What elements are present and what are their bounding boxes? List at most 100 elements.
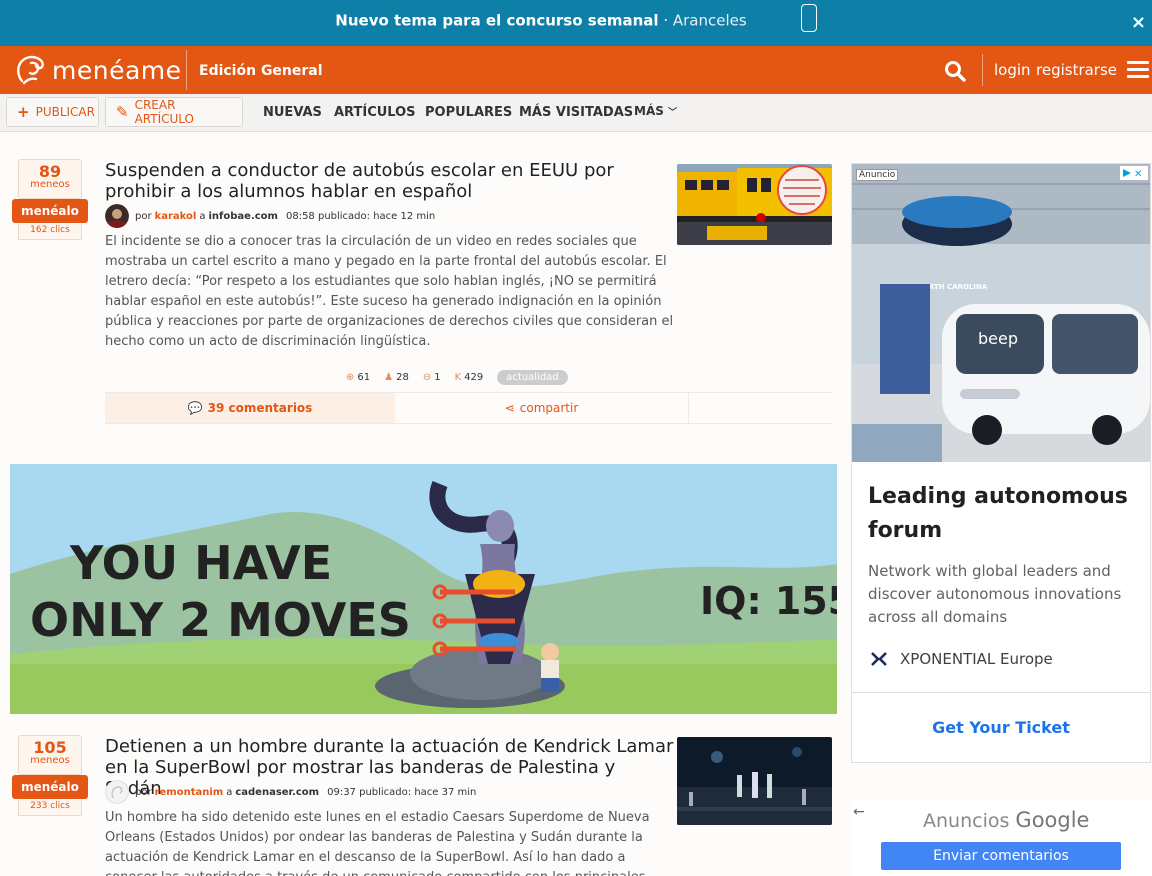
adchoices-icon[interactable]: ✕ — [1120, 166, 1148, 180]
story-2-vote-label: meneos — [30, 755, 70, 766]
story-1-clicks: 162 clics — [18, 223, 82, 240]
publish-label: PUBLICAR — [35, 105, 95, 119]
xponential-logo-icon — [871, 652, 887, 666]
story-1-positive-votes: ⊕ 61 — [346, 372, 370, 383]
story-1-menealo-button[interactable]: menéalo — [12, 199, 88, 223]
close-banner-button[interactable]: × — [1131, 12, 1146, 33]
meneame-logo-icon — [17, 55, 44, 85]
story-1-stats: ⊕ 61 ♟ 28 ⊖ 1 K 429 actualidad — [346, 370, 568, 385]
publish-button[interactable]: + PUBLICAR — [6, 97, 99, 127]
create-article-label: CREAR ARTÍCULO — [134, 98, 194, 126]
site-header: menéame Edición General login registrars… — [0, 46, 1152, 94]
story-1-vote-count: 89 — [38, 162, 62, 181]
site-logo[interactable]: menéame — [14, 53, 182, 87]
story-1-user-votes: ♟ 28 — [384, 372, 409, 383]
contest-banner[interactable]: Nuevo tema para el concurso semanal · Ar… — [0, 0, 1152, 46]
story-2-at: a — [226, 786, 233, 798]
story-1-vote-label: meneos — [30, 179, 70, 190]
story-1-title[interactable]: Suspenden a conductor de autobús escolar… — [105, 160, 670, 202]
register-link[interactable]: registrarse — [1036, 61, 1117, 79]
story-1-comments-label: 39 comentarios — [207, 401, 313, 415]
mobile-icon — [800, 4, 817, 32]
nav-articulos[interactable]: ARTÍCULOS — [334, 105, 416, 120]
contest-separator: · — [658, 11, 673, 30]
sidebar-ad-divider — [852, 692, 1150, 693]
story-1-tag[interactable]: actualidad — [497, 370, 568, 385]
sidebar-ad[interactable]: NORTH CAROLINA beep Anuncio ✕ Leading au… — [851, 163, 1151, 763]
nav-mas-visitadas[interactable]: MÁS VISITADAS — [519, 105, 633, 120]
story-1-actions: 💬 39 comentarios ⋖ compartir — [105, 392, 833, 424]
down-vote-icon: ⊖ — [422, 372, 432, 383]
search-icon[interactable] — [944, 60, 966, 82]
ad-badge: Anuncio — [856, 169, 899, 181]
contest-message[interactable]: Nuevo tema para el concurso semanal · Ar… — [0, 4, 1152, 32]
story-2-thumbnail[interactable] — [677, 737, 832, 825]
sidebar-ad-brand[interactable]: XPONENTIAL Europe — [868, 650, 1053, 668]
pencil-icon: ✎ — [116, 103, 129, 121]
google-ads-footer: ← Anuncios Google Enviar comentarios — [851, 800, 1151, 876]
story-1-negative-votes: ⊖ 1 — [423, 372, 441, 383]
game-ad-headline-1: YOU HAVE — [69, 536, 332, 590]
story-1-vote-box: 89 meneos menéalo 162 clics — [10, 159, 88, 240]
story-1-source-link[interactable]: infobae.com — [208, 211, 277, 222]
story-1-user-link[interactable]: karakol — [155, 211, 197, 222]
story-2-source-link[interactable]: cadenaser.com — [235, 787, 319, 798]
story-1-thumbnail[interactable] — [677, 164, 832, 245]
nav-mas-label: MÁS — [634, 104, 664, 118]
create-article-button[interactable]: ✎ CREAR ARTÍCULO — [105, 97, 243, 127]
story-1-summary: El incidente se dio a conocer tras la ci… — [105, 234, 674, 349]
back-arrow-icon[interactable]: ← — [853, 804, 865, 820]
story-1-comments-link[interactable]: 💬 39 comentarios — [105, 393, 395, 423]
sidebar-ad-photo[interactable]: NORTH CAROLINA beep — [852, 164, 1150, 462]
nav-nuevas[interactable]: NUEVAS — [263, 105, 322, 120]
story-1-by: por — [135, 210, 152, 222]
story-2-menealo-button[interactable]: menéalo — [12, 775, 88, 799]
story-2-avatar[interactable] — [105, 780, 129, 804]
nav-mas[interactable]: MÁS ﹀ — [634, 104, 677, 118]
story-2-time: 09:37 publicado: hace 37 min — [327, 786, 477, 798]
story-1-karma: K 429 — [455, 372, 484, 383]
get-ticket-button[interactable]: Get Your Ticket — [852, 718, 1150, 737]
svg-text:✕: ✕ — [1134, 169, 1142, 180]
story-1-time: 08:58 publicado: hace 12 min — [285, 210, 436, 222]
user-icon: ♟ — [384, 372, 394, 383]
story-2-votes: 105 meneos — [18, 735, 82, 775]
sidebar-ad-brand-name: XPONENTIAL Europe — [900, 650, 1053, 668]
story-1-meta: por karakol a infobae.com 08:58 publicad… — [105, 204, 435, 228]
story-2-meta: por remontanim a cadenaser.com 09:37 pub… — [105, 780, 476, 804]
game-ad-iq: IQ: 155 — [700, 579, 837, 623]
login-link[interactable]: login — [994, 61, 1031, 79]
story-1-votes: 89 meneos — [18, 159, 82, 199]
comments-icon: 💬 — [187, 401, 203, 415]
google-ads-brand: Google — [1015, 808, 1090, 832]
edition-label[interactable]: Edición General — [199, 63, 323, 79]
header-divider-2 — [982, 54, 983, 86]
story-1-positive-count: 61 — [357, 372, 371, 383]
story-1-karma-value: 429 — [464, 372, 484, 383]
story-1-user-count: 28 — [396, 372, 409, 383]
game-ad-headline-2: ONLY 2 MOVES — [30, 593, 411, 647]
karma-icon: K — [454, 372, 462, 383]
game-ad-banner[interactable]: YOU HAVE ONLY 2 MOVES IQ: 155 — [10, 464, 837, 714]
story-1-at: a — [199, 210, 206, 222]
story-2-user-link[interactable]: remontanim — [155, 787, 224, 798]
story-1-share-link[interactable]: ⋖ compartir — [395, 393, 689, 423]
story-1-share-label: compartir — [519, 401, 579, 415]
google-ads-label-text: Anuncios — [923, 810, 1010, 832]
nav-populares[interactable]: POPULARES — [425, 105, 512, 120]
sidebar-ad-vehicle-text: beep — [978, 329, 1018, 348]
sidebar-ad-description: Network with global leaders and discover… — [868, 562, 1122, 626]
story-1-avatar[interactable] — [105, 204, 129, 228]
share-icon: ⋖ — [504, 401, 515, 415]
story-2-clicks: 233 clics — [18, 799, 82, 816]
contest-topic: Aranceles — [672, 11, 747, 30]
plus-icon: + — [17, 103, 30, 121]
send-feedback-button[interactable]: Enviar comentarios — [881, 842, 1121, 870]
logo-text: menéame — [52, 55, 182, 85]
google-ads-label: Anuncios Google — [923, 808, 1089, 832]
menu-icon[interactable] — [1127, 61, 1149, 79]
sidebar-ad-title[interactable]: Leading autonomous forum — [868, 480, 1138, 548]
chevron-down-icon: ﹀ — [668, 108, 678, 118]
header-divider — [186, 50, 187, 90]
story-2-summary: Un hombre ha sido detenido este lunes en… — [105, 810, 650, 876]
